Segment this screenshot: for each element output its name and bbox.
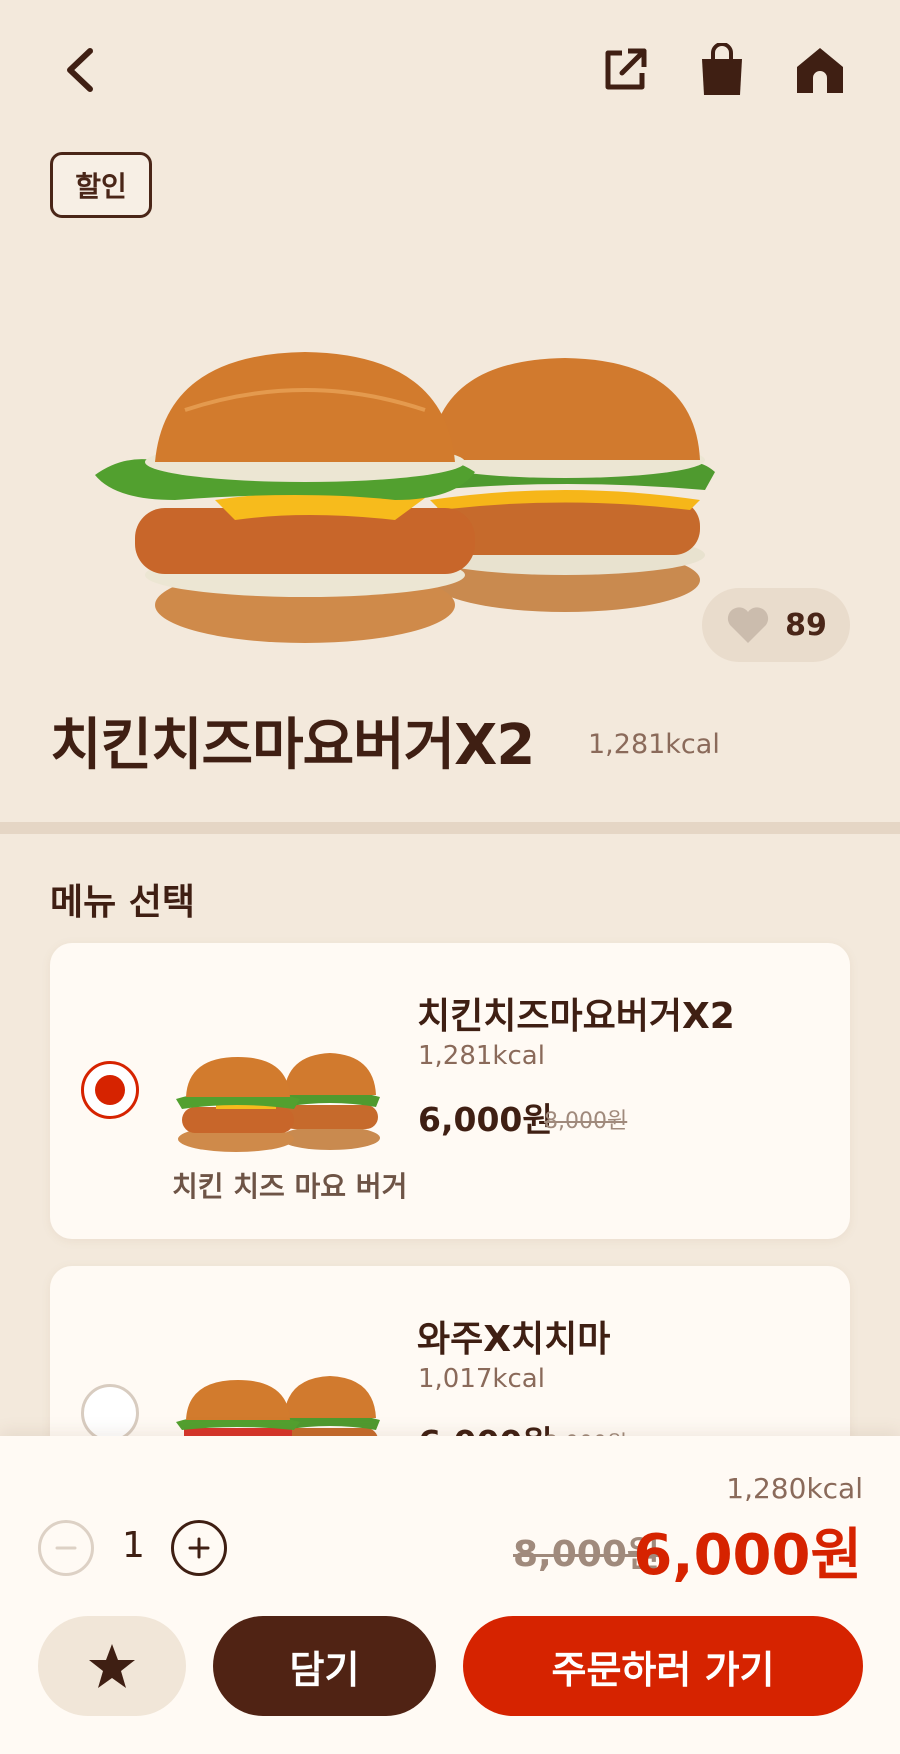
- radio-selected[interactable]: [81, 1061, 139, 1119]
- like-count: 89: [785, 607, 827, 643]
- shopping-bag-icon: [702, 43, 742, 95]
- cart-bag-button[interactable]: [692, 40, 752, 100]
- quantity-value: 1: [122, 1525, 145, 1566]
- menu-option-kcal: 1,017kcal: [418, 1364, 545, 1394]
- menu-option-card[interactable]: 치킨치즈마요버거X2 1,281kcal 6,000원 8,000원 치킨 치즈…: [50, 943, 850, 1239]
- menu-option-kcal: 1,281kcal: [418, 1041, 545, 1071]
- quantity-increase-button[interactable]: [171, 1520, 227, 1576]
- radio-unselected[interactable]: [81, 1384, 139, 1442]
- section-divider: [0, 822, 900, 834]
- final-total-price: 6,000원: [633, 1523, 862, 1588]
- chevron-left-icon: [67, 48, 93, 92]
- minus-icon: [55, 1546, 77, 1550]
- product-hero-image: [95, 352, 715, 643]
- menu-option-name: 치킨치즈마요버거X2: [417, 996, 735, 1037]
- home-button[interactable]: [790, 40, 850, 100]
- menu-section-title: 메뉴 선택: [50, 882, 196, 923]
- back-button[interactable]: [50, 40, 110, 100]
- share-external-icon: [605, 48, 647, 90]
- quantity-decrease-button[interactable]: [38, 1520, 94, 1576]
- discount-badge: 할인: [50, 152, 152, 218]
- menu-option-name: 와주X치치마: [417, 1319, 611, 1360]
- heart-icon: [728, 607, 769, 643]
- menu-option-original-price: 8,000원: [544, 1109, 628, 1134]
- product-kcal: 1,281kcal: [588, 729, 720, 760]
- star-icon: [89, 1644, 135, 1688]
- share-button[interactable]: [595, 40, 655, 100]
- add-to-cart-button[interactable]: 담기: [213, 1616, 436, 1716]
- favorite-button[interactable]: [38, 1616, 186, 1716]
- menu-option-thumbnail: [176, 1053, 380, 1152]
- total-kcal: 1,280kcal: [726, 1472, 863, 1505]
- product-title: 치킨치즈마요버거X2: [50, 713, 535, 778]
- plus-icon: [188, 1537, 210, 1559]
- like-button[interactable]: 89: [702, 588, 850, 662]
- menu-option-description: 치킨 치즈 마요 버거: [172, 1170, 408, 1203]
- go-to-order-button[interactable]: 주문하러 가기: [463, 1616, 863, 1716]
- home-icon: [797, 48, 843, 93]
- menu-option-price: 6,000원: [418, 1100, 553, 1139]
